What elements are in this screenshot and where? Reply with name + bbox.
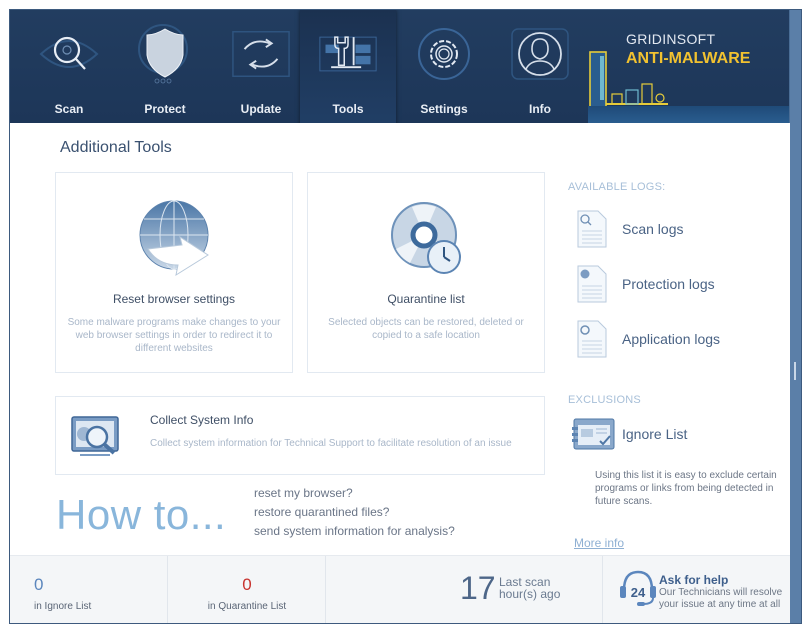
application-logs-item[interactable]: Application logs [576, 318, 720, 360]
help-desc: Our Technicians will resolve your issue … [659, 587, 783, 610]
quarantine-list-desc: Selected objects can be restored, delete… [328, 317, 524, 341]
footer-divider [602, 556, 603, 623]
scan-logs-item[interactable]: Scan logs [576, 208, 683, 250]
brand-product: ANTI-MALWARE [626, 50, 751, 67]
nav-update-label: Update [240, 102, 282, 116]
ignore-list-desc: Using this list it is easy to exclude ce… [595, 470, 777, 507]
available-logs-heading: AVAILABLE LOGS: [568, 181, 666, 193]
protection-log-icon [577, 265, 607, 303]
nav-protect[interactable]: Protect [117, 10, 213, 123]
user-profile-icon [510, 24, 570, 84]
ignore-list-label: Ignore List [622, 426, 688, 442]
quarantine-count-cell[interactable]: 0 in Quarantine List [168, 556, 326, 623]
quarantine-count: 0 [242, 575, 252, 594]
collect-system-info-desc: Collect system information for Technical… [150, 438, 512, 449]
quarantine-count-label: in Quarantine List [207, 601, 287, 612]
howto-heading: How to... [56, 491, 227, 538]
howto-reset-browser-link[interactable]: reset my browser? [254, 484, 455, 503]
application-logs-label: Application logs [622, 331, 721, 347]
nav-info[interactable]: Info [492, 10, 588, 123]
scan-logs-label: Scan logs [622, 221, 684, 237]
globe-arrow-icon [139, 200, 209, 277]
ignore-count-cell[interactable]: 0 in Ignore List [10, 556, 168, 623]
nav-scan[interactable]: Scan [21, 10, 117, 123]
ask-for-help-button[interactable]: 24 Ask for help Our Technicians will res… [615, 556, 790, 623]
quarantine-list-title: Quarantine list [387, 292, 465, 306]
nav-info-label: Info [529, 102, 551, 116]
nav-update[interactable]: Update [213, 10, 309, 123]
ignore-count-label: in Ignore List [34, 601, 92, 612]
nav-protect-label: Protect [144, 102, 186, 116]
brand-water [588, 106, 790, 123]
nav-settings-label: Settings [420, 102, 468, 116]
wrench-tools-icon [318, 24, 378, 84]
nav-tools[interactable]: Tools [300, 10, 396, 134]
ignore-list-icon [572, 418, 615, 450]
nav-settings[interactable]: Settings [396, 10, 492, 123]
more-info-link[interactable]: More info [574, 536, 624, 550]
monitor-magnifier-icon [71, 416, 119, 456]
nav-tools-label: Tools [332, 102, 364, 116]
quarantine-list-card[interactable]: Quarantine list Selected objects can be … [307, 172, 545, 373]
scan-log-icon [577, 210, 607, 248]
last-scan-value: 17 [460, 570, 496, 606]
reset-browser-title: Reset browser settings [112, 292, 236, 306]
shield-globe-icon [135, 24, 195, 84]
last-scan-label: Last scan hour(s) ago [499, 576, 560, 600]
quarantine-clock-icon [391, 202, 461, 274]
ignore-list-item[interactable]: Ignore List [572, 417, 687, 451]
app-window: Scan Protect Update Tools Settings Info … [9, 9, 802, 624]
headset-24-icon: 24 [620, 570, 656, 606]
ignore-count: 0 [34, 575, 44, 594]
howto-links: reset my browser? restore quarantined fi… [254, 484, 455, 541]
brand-company: GRIDINSOFT [626, 31, 716, 47]
tools-content: Additional Tools Reset browser settings … [10, 123, 790, 555]
help-badge-text: 24 [631, 585, 646, 600]
section-title: Additional Tools [60, 139, 172, 156]
help-title: Ask for help [659, 573, 729, 587]
reset-browser-desc: Some malware programs make changes to yo… [67, 317, 281, 354]
nav-scan-label: Scan [54, 102, 84, 116]
reset-browser-card[interactable]: Reset browser settings Some malware prog… [55, 172, 293, 373]
refresh-arrows-icon [231, 24, 291, 84]
collect-system-info-title: Collect System Info [150, 413, 254, 427]
last-scan-line2: hour(s) ago [499, 587, 561, 601]
exclusions-heading: EXCLUSIONS [568, 394, 641, 406]
howto-restore-quarantine-link[interactable]: restore quarantined files? [254, 503, 455, 522]
gear-icon [414, 24, 474, 84]
brand-logo: GRIDINSOFT ANTI-MALWARE [588, 10, 790, 123]
protection-logs-label: Protection logs [622, 276, 715, 292]
scrollbar-grip[interactable] [794, 362, 796, 380]
status-footer: 0 in Ignore List 0 in Quarantine List 17… [10, 555, 790, 623]
eye-magnifier-icon [39, 24, 99, 84]
howto-send-system-info-link[interactable]: send system information for analysis? [254, 522, 455, 541]
protection-logs-item[interactable]: Protection logs [576, 263, 715, 305]
application-log-icon [577, 320, 607, 358]
collect-system-info-card[interactable]: Collect System Info Collect system infor… [55, 396, 545, 475]
scrollbar[interactable] [789, 10, 801, 623]
top-nav-bar: Scan Protect Update Tools Settings Info … [10, 10, 790, 134]
